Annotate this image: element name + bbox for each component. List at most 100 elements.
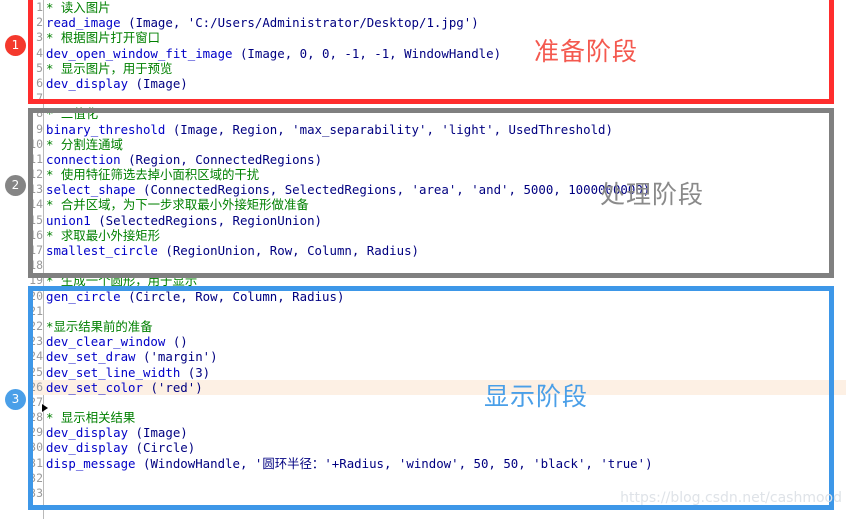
line-number: 1 [36, 0, 43, 14]
line-number: 21 [29, 303, 43, 318]
code-line[interactable]: 19 * 生成一个圆形，用于显示 [28, 273, 846, 288]
code-line[interactable]: 9 binary_threshold (Image, Region, 'max_s… [28, 122, 846, 137]
stage-3-badge: 3 [5, 389, 26, 410]
code-line[interactable]: 18 [28, 258, 846, 273]
code-text: * 根据图片打开窗口 [46, 30, 161, 46]
line-number: 9 [36, 121, 43, 136]
code-text: dev_display (Circle) [46, 440, 196, 456]
line-number: 12 [29, 167, 43, 182]
code-line[interactable]: 8 * 二值化 [28, 106, 846, 121]
code-editor[interactable]: 1 * 读入图片 2 read_image (Image, 'C:/Users/Adm… [28, 0, 846, 519]
code-text: * 显示相关结果 [46, 410, 136, 426]
line-number: 10 [29, 136, 43, 151]
code-text: * 合并区域，为下一步求取最小外接矩形做准备 [46, 197, 309, 213]
code-text: * 显示图片，用于预览 [46, 60, 173, 76]
line-number: 6 [36, 75, 43, 90]
code-text: dev_open_window_fit_image (Image, 0, 0, … [46, 45, 502, 61]
code-line[interactable]: 28 * 显示相关结果 [28, 410, 846, 425]
code-text: dev_clear_window () [46, 334, 188, 350]
line-number: 22 [29, 318, 43, 333]
code-text: * 使用特征筛选去掉小面积区域的干扰 [46, 167, 260, 183]
code-line[interactable]: 7 [28, 91, 846, 106]
line-number: 15 [29, 212, 43, 227]
code-line[interactable]: 15 union1 (SelectedRegions, RegionUnion) [28, 213, 846, 228]
code-text: * 分割连通域 [46, 136, 123, 152]
line-number: 25 [29, 364, 43, 379]
code-line[interactable]: 12 * 使用特征筛选去掉小面积区域的干扰 [28, 167, 846, 182]
code-line[interactable]: 14 * 合并区域，为下一步求取最小外接矩形做准备 [28, 197, 846, 212]
line-number: 8 [36, 106, 43, 121]
line-number: 16 [29, 227, 43, 242]
code-line[interactable]: 23 dev_clear_window () [28, 334, 846, 349]
code-line[interactable]: 30 dev_display (Circle) [28, 440, 846, 455]
code-text: gen_circle (Circle, Row, Column, Radius) [46, 288, 345, 304]
code-line[interactable]: 4 dev_open_window_fit_image (Image, 0, 0,… [28, 46, 846, 61]
line-number: 19 [29, 273, 43, 288]
stage-1-label: 准备阶段 [534, 37, 639, 66]
code-line[interactable]: 10 * 分割连通域 [28, 137, 846, 152]
code-line[interactable]: 11 connection (Region, ConnectedRegions) [28, 152, 846, 167]
code-line[interactable]: 1 * 读入图片 [28, 0, 846, 15]
code-line[interactable]: 22 *显示结果前的准备 [28, 319, 846, 334]
code-line[interactable]: 21 [28, 304, 846, 319]
screenshot-root: 1 * 读入图片 2 read_image (Image, 'C:/Users/Adm… [0, 0, 846, 519]
code-line-list[interactable]: 1 * 读入图片 2 read_image (Image, 'C:/Users/Adm… [28, 0, 846, 519]
stage-2-badge: 2 [5, 175, 26, 196]
line-number: 32 [29, 470, 43, 485]
line-number: 7 [36, 91, 43, 106]
line-number: 20 [29, 288, 43, 303]
line-number: 30 [29, 440, 43, 455]
code-line[interactable]: 31 disp_message (WindowHandle, '圆环半径：'+Ra… [28, 456, 846, 471]
line-number: 13 [29, 182, 43, 197]
line-number: 26 [29, 379, 43, 394]
stage-1-badge: 1 [5, 35, 26, 56]
code-line[interactable]: 26 dev_set_color ('red') [28, 379, 846, 395]
line-number: 5 [36, 60, 43, 75]
code-text: select_shape (ConnectedRegions, Selected… [46, 182, 651, 198]
code-line[interactable]: 3 * 根据图片打开窗口 [28, 30, 846, 45]
stage-2-label: 处理阶段 [600, 180, 705, 209]
line-number: 11 [29, 151, 43, 166]
code-line[interactable]: 6 dev_display (Image) [28, 76, 846, 91]
line-number: 33 [29, 486, 43, 500]
code-text: connection (Region, ConnectedRegions) [46, 151, 323, 167]
text-cursor-icon [42, 404, 48, 412]
code-line[interactable]: 2 read_image (Image, 'C:/Users/Administra… [28, 15, 846, 30]
line-number: 2 [36, 15, 43, 30]
code-text: * 生成一个圆形，用于显示 [46, 273, 198, 289]
line-number: 17 [29, 243, 43, 257]
code-text: dev_display (Image) [46, 425, 188, 441]
code-text: dev_set_draw ('margin') [46, 349, 218, 365]
line-number: 18 [29, 258, 43, 273]
code-text: * 二值化 [46, 106, 99, 122]
code-text: smallest_circle (RegionUnion, Row, Colum… [46, 243, 419, 258]
code-line[interactable]: 29 dev_display (Image) [28, 425, 846, 440]
code-line[interactable]: 24 dev_set_draw ('margin') [28, 349, 846, 364]
line-number: 29 [29, 425, 43, 440]
line-number: 4 [36, 45, 43, 60]
code-line[interactable]: 27 [28, 395, 846, 410]
code-text: * 读入图片 [46, 0, 111, 15]
code-text: union1 (SelectedRegions, RegionUnion) [46, 212, 323, 228]
code-line[interactable]: 13 select_shape (ConnectedRegions, Select… [28, 182, 846, 197]
code-line[interactable]: 20 gen_circle (Circle, Row, Column, Radiu… [28, 289, 846, 304]
code-text: * 求取最小外接矩形 [46, 227, 161, 243]
code-text: *显示结果前的准备 [46, 318, 153, 334]
line-number: 23 [29, 334, 43, 349]
line-number: 28 [29, 410, 43, 425]
code-line[interactable]: 17 smallest_circle (RegionUnion, Row, Col… [28, 243, 846, 258]
code-text: binary_threshold (Image, Region, 'max_se… [46, 121, 613, 137]
code-text: dev_set_color ('red') [46, 379, 203, 395]
code-line[interactable]: 5 * 显示图片，用于预览 [28, 61, 846, 76]
code-line[interactable]: 25 dev_set_line_width (3) [28, 365, 846, 380]
code-line[interactable]: 32 [28, 471, 846, 486]
watermark: https://blog.csdn.net/cashmood [620, 490, 842, 506]
line-number: 14 [29, 197, 43, 212]
code-text: read_image (Image, 'C:/Users/Administrat… [46, 15, 479, 31]
line-number: 31 [29, 455, 43, 470]
code-line[interactable]: 16 * 求取最小外接矩形 [28, 228, 846, 243]
line-number: 24 [29, 349, 43, 364]
line-number: 3 [36, 30, 43, 45]
code-text: disp_message (WindowHandle, '圆环半径：'+Radi… [46, 455, 653, 471]
code-text: dev_set_line_width (3) [46, 364, 211, 380]
